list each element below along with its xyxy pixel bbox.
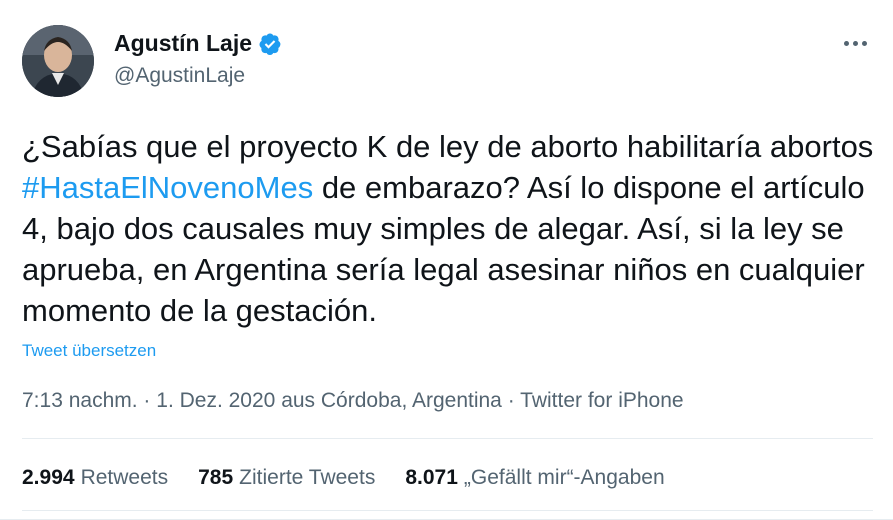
meta-separator: ·	[143, 389, 151, 412]
verified-badge-icon	[259, 33, 281, 55]
dot	[844, 40, 849, 46]
quote-tweets-stat[interactable]: 785 Zitierte Tweets	[198, 466, 375, 490]
retweets-count: 2.994	[22, 466, 75, 489]
author-name[interactable]: Agustín Laje	[114, 30, 252, 57]
tweet-text-before: ¿Sabías que el proyecto K de ley de abor…	[22, 129, 874, 164]
tweet-card: Agustín Laje @AgustinLaje ¿Sabías que el…	[0, 0, 893, 520]
translate-tweet-link[interactable]: Tweet übersetzen	[22, 341, 156, 361]
avatar[interactable]	[22, 25, 94, 97]
author-name-row[interactable]: Agustín Laje	[114, 30, 282, 57]
dot	[853, 40, 858, 46]
tweet-source[interactable]: Twitter for iPhone	[520, 389, 683, 412]
quote-tweets-count: 785	[198, 466, 234, 489]
avatar-image	[22, 25, 94, 97]
tweet-location: aus Córdoba, Argentina	[281, 389, 502, 412]
retweets-stat[interactable]: 2.994 Retweets	[22, 466, 168, 490]
likes-count: 8.071	[405, 466, 458, 489]
tweet-metadata: 7:13 nachm. · 1. Dez. 2020 aus Córdoba, …	[22, 389, 684, 413]
tweet-text: ¿Sabías que el proyecto K de ley de abor…	[22, 126, 882, 331]
more-options-icon[interactable]	[844, 33, 874, 53]
author-handle[interactable]: @AgustinLaje	[114, 64, 245, 88]
dot	[862, 40, 867, 46]
meta-separator: ·	[507, 389, 515, 412]
tweet-time[interactable]: 7:13 nachm.	[22, 389, 138, 412]
tweet-date[interactable]: 1. Dez. 2020	[156, 389, 275, 412]
quote-tweets-label: Zitierte Tweets	[239, 466, 376, 489]
divider	[22, 510, 873, 511]
likes-stat[interactable]: 8.071 „Gefällt mir“-Angaben	[405, 466, 664, 490]
divider	[22, 438, 873, 439]
likes-label: „Gefällt mir“-Angaben	[463, 466, 665, 489]
retweets-label: Retweets	[80, 466, 169, 489]
engagement-stats: 2.994 Retweets 785 Zitierte Tweets 8.071…	[22, 466, 695, 490]
hashtag-link[interactable]: #HastaElNovenoMes	[22, 170, 313, 205]
